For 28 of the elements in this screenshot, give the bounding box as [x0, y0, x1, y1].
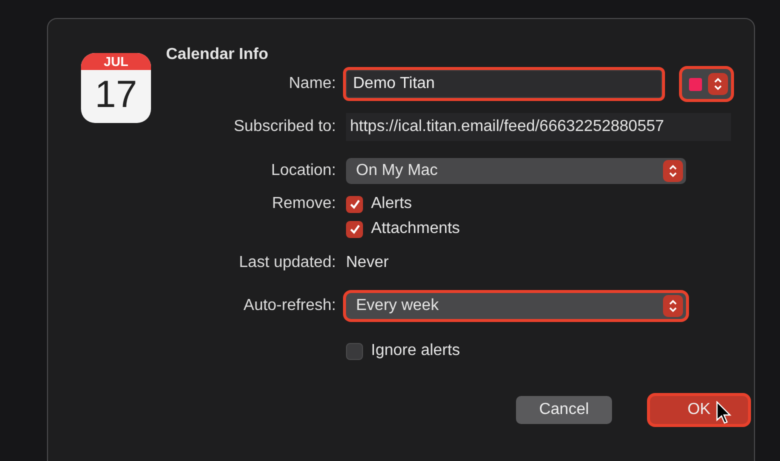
checkbox[interactable] [346, 196, 363, 212]
checkbox[interactable] [346, 342, 363, 360]
checkbox-label: Ignore alerts [371, 342, 460, 360]
last-updated-value: Never [346, 254, 390, 272]
stepper-icon [708, 73, 728, 95]
checkmark-icon [348, 198, 360, 210]
checkbox-label: Attachments [371, 220, 460, 238]
field-label: Subscribed to: [232, 118, 336, 136]
field-label: Remove: [270, 195, 336, 213]
checkbox[interactable] [346, 220, 363, 238]
calendar-icon: JUL 17 [81, 53, 151, 123]
cursor-icon [716, 401, 732, 425]
stepper-icon [663, 160, 683, 182]
stepper-icon [663, 295, 683, 317]
color-picker[interactable] [682, 69, 731, 99]
ok-button[interactable]: OK [650, 396, 748, 424]
location-popup[interactable]: On My Mac [346, 158, 686, 184]
cancel-button[interactable]: Cancel [516, 396, 612, 424]
field-label: Auto-refresh: [242, 297, 336, 315]
dialog-title: Calendar Info [166, 46, 270, 65]
field-label: Last updated: [238, 254, 336, 272]
checkmark-icon [348, 223, 360, 235]
url-field[interactable]: https://ical.titan.email/feed/66632252880557 [346, 113, 731, 141]
auto-refresh-popup[interactable]: Every week [346, 293, 686, 319]
checkbox-label: Alerts [371, 195, 412, 213]
field-label: Name: [288, 75, 336, 93]
field-label: Location: [270, 162, 336, 180]
name-field[interactable]: Demo Titan [346, 70, 662, 98]
